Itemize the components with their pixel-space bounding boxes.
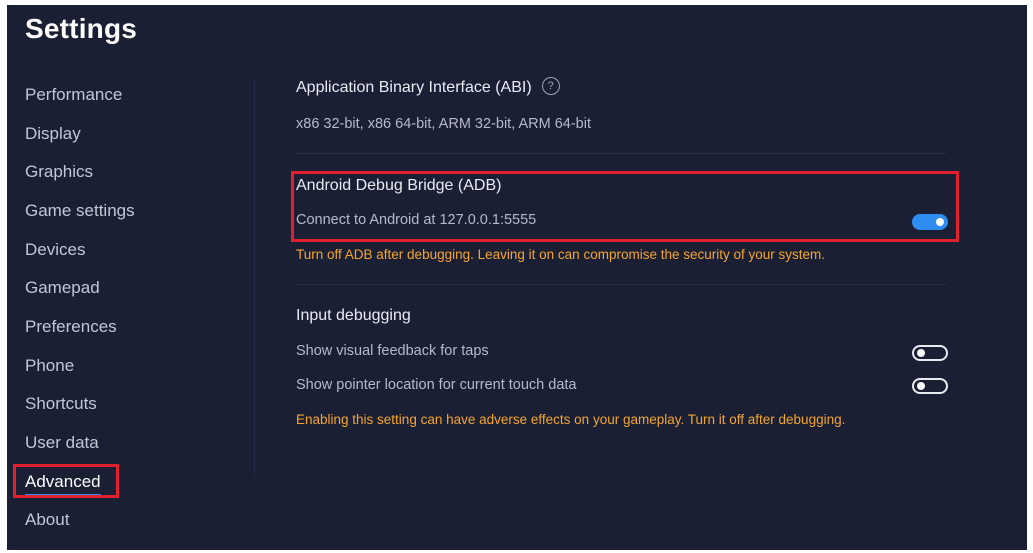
sidebar-item-shortcuts[interactable]: Shortcuts [25,392,97,416]
sidebar-item-gamepad[interactable]: Gamepad [25,276,100,300]
visual-feedback-label: Show visual feedback for taps [296,343,489,359]
sidebar-item-preferences[interactable]: Preferences [25,315,117,339]
pointer-location-label: Show pointer location for current touch … [296,377,577,393]
help-icon[interactable]: ? [541,77,560,95]
sidebar-item-user-data[interactable]: User data [25,431,99,455]
toggle-knob [917,382,925,390]
visual-feedback-toggle[interactable] [912,345,948,361]
abi-value: x86 32-bit, x86 64-bit, ARM 32-bit, ARM … [296,116,591,132]
sidebar-item-game-settings[interactable]: Game settings [25,199,135,223]
advanced-settings-panel: Application Binary Interface (ABI)? x86 … [296,5,948,550]
abi-heading-text: Application Binary Interface (ABI) [296,79,532,97]
input-debugging-warning: Enabling this setting can have adverse e… [296,412,846,427]
sidebar-item-graphics[interactable]: Graphics [25,160,93,184]
abi-heading: Application Binary Interface (ABI)? [296,77,560,97]
sidebar-item-about[interactable]: About [25,508,69,532]
annotation-box-advanced [13,464,119,498]
sidebar-divider [254,77,255,477]
adb-warning: Turn off ADB after debugging. Leaving it… [296,247,826,262]
input-debugging-heading: Input debugging [296,307,411,324]
section-divider [296,153,946,154]
sidebar-item-devices[interactable]: Devices [25,238,85,262]
sidebar-item-display[interactable]: Display [25,122,81,146]
sidebar-item-phone[interactable]: Phone [25,354,74,378]
page-title: Settings [25,13,138,44]
annotation-box-adb [291,171,959,242]
section-divider [296,284,946,285]
toggle-knob [917,349,925,357]
pointer-location-toggle[interactable] [912,378,948,394]
sidebar-item-performance[interactable]: Performance [25,83,122,107]
settings-window: Settings Performance Display Graphics Ga… [7,5,1027,550]
